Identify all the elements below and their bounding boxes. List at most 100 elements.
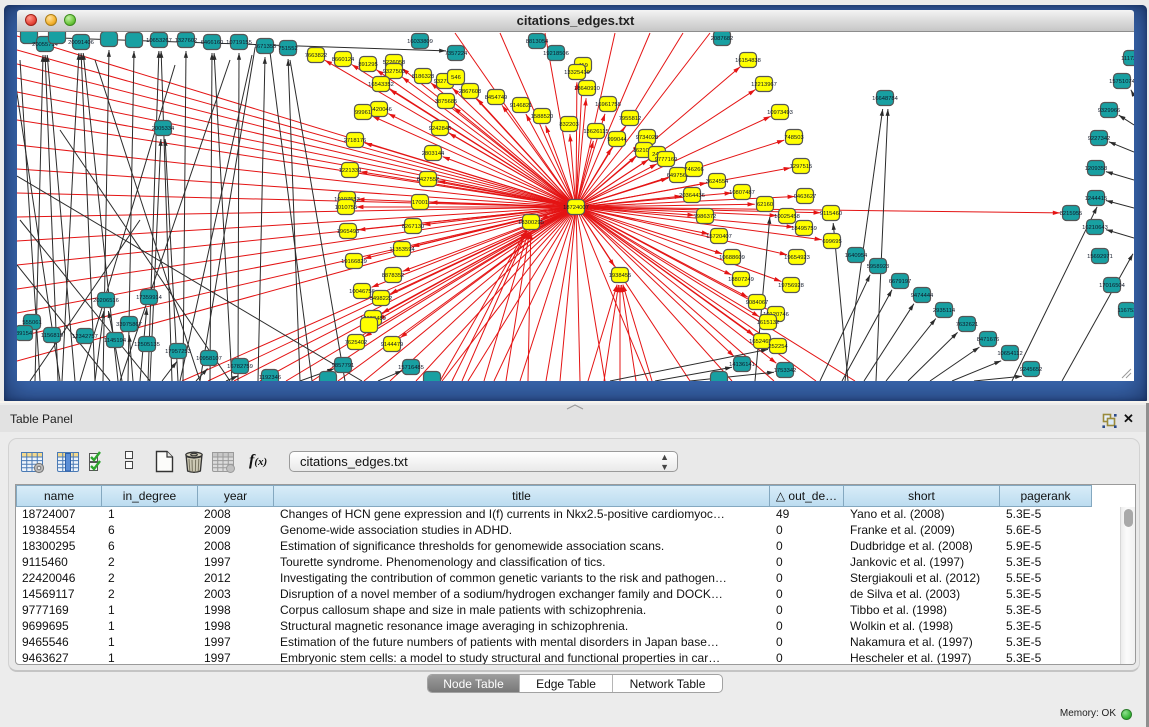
svg-text:10654112: 10654112 — [997, 351, 1022, 357]
svg-text:7357224: 7357224 — [445, 51, 468, 57]
svg-text:10719155: 10719155 — [226, 40, 252, 46]
svg-text:19218506: 19218506 — [543, 51, 569, 57]
svg-text:19756928: 19756928 — [778, 283, 804, 289]
svg-text:1327602: 1327602 — [175, 38, 198, 44]
svg-text:9327503: 9327503 — [383, 69, 406, 75]
svg-text:9146821: 9146821 — [510, 103, 533, 109]
svg-text:15716485: 15716485 — [398, 365, 424, 371]
svg-text:19654923: 19654923 — [784, 255, 810, 261]
svg-text:13626115: 13626115 — [583, 129, 608, 135]
svg-text:10973493: 10973493 — [767, 110, 793, 116]
svg-text:16648784: 16648784 — [872, 96, 899, 102]
svg-text:9242845: 9242845 — [429, 126, 452, 132]
svg-text:18300295: 18300295 — [518, 220, 544, 226]
svg-text:10958107: 10958107 — [196, 356, 222, 362]
svg-text:9777169: 9777169 — [655, 157, 678, 163]
svg-text:1671355: 1671355 — [254, 44, 277, 50]
svg-text:99961: 99961 — [355, 110, 371, 116]
svg-text:999044: 999044 — [607, 137, 627, 143]
svg-text:1640954: 1640954 — [845, 253, 868, 259]
svg-text:39154: 39154 — [17, 331, 33, 337]
svg-text:12213967: 12213967 — [751, 82, 777, 88]
svg-text:13325419: 13325419 — [564, 70, 590, 76]
svg-text:252254: 252254 — [768, 344, 788, 350]
svg-text:8267130: 8267130 — [402, 224, 425, 230]
svg-text:18495759: 18495759 — [791, 226, 817, 232]
svg-text:16961758: 16961758 — [595, 102, 621, 108]
svg-text:18640910: 18640910 — [574, 86, 600, 92]
svg-text:16782759: 16782759 — [227, 364, 253, 370]
svg-text:699695: 699695 — [822, 239, 841, 245]
svg-text:7632621: 7632621 — [956, 322, 979, 328]
svg-text:16210643: 16210643 — [1082, 225, 1108, 231]
svg-text:1010755: 1010755 — [335, 205, 358, 211]
svg-text:2005334: 2005334 — [152, 126, 175, 132]
svg-text:20206516: 20206516 — [93, 298, 119, 304]
svg-text:6679197: 6679197 — [889, 279, 912, 285]
svg-text:3875685: 3875685 — [435, 99, 458, 105]
svg-text:1209358: 1209358 — [1085, 166, 1108, 172]
svg-text:3624554: 3624554 — [706, 179, 729, 185]
svg-text:17359914: 17359914 — [136, 295, 163, 301]
svg-text:2803144: 2803144 — [422, 151, 445, 157]
svg-text:1244415: 1244415 — [1085, 196, 1108, 202]
svg-text:9227342: 9227342 — [1088, 136, 1111, 142]
svg-text:16033809: 16033809 — [407, 39, 433, 45]
svg-text:17957253: 17957253 — [165, 349, 191, 355]
svg-text:832203: 832203 — [559, 122, 578, 128]
svg-text:5958923: 5958923 — [867, 264, 890, 270]
svg-text:8427552: 8427552 — [417, 177, 440, 183]
svg-text:11353594: 11353594 — [389, 247, 415, 253]
svg-text:15751074: 15751074 — [1109, 79, 1134, 85]
svg-text:9734028: 9734028 — [636, 135, 659, 141]
svg-text:2087682: 2087682 — [711, 36, 734, 42]
svg-text:1192346: 1192346 — [259, 375, 281, 381]
svg-text:9245652: 9245652 — [1020, 367, 1043, 373]
svg-text:748503: 748503 — [784, 135, 803, 141]
svg-text:62160: 62160 — [757, 202, 773, 208]
svg-text:6466160: 6466160 — [201, 40, 224, 46]
svg-text:18724007: 18724007 — [563, 205, 589, 211]
svg-text:10653267: 10653267 — [146, 38, 172, 44]
svg-text:2935114: 2935114 — [933, 308, 956, 314]
svg-text:7663822: 7663822 — [305, 53, 328, 59]
svg-text:8471676: 8471676 — [977, 337, 1000, 343]
svg-text:891295: 891295 — [358, 62, 377, 68]
svg-text:5498222: 5498222 — [370, 296, 393, 302]
svg-text:751552: 751552 — [278, 46, 297, 52]
svg-text:7955812: 7955812 — [619, 116, 642, 122]
svg-text:8215955: 8215955 — [1060, 211, 1083, 217]
svg-text:16543352: 16543352 — [368, 82, 394, 88]
svg-text:8813054: 8813054 — [526, 39, 549, 45]
svg-text:9857791: 9857791 — [332, 363, 355, 369]
svg-text:17016504: 17016504 — [1099, 283, 1126, 289]
svg-text:1297515: 1297515 — [790, 164, 813, 170]
svg-text:15692971: 15692971 — [1087, 254, 1113, 260]
svg-text:116753: 116753 — [1118, 308, 1134, 314]
svg-text:546: 546 — [451, 75, 461, 81]
svg-text:15720407: 15720407 — [706, 234, 732, 240]
svg-text:1221339: 1221339 — [339, 168, 362, 174]
svg-text:2718176: 2718176 — [344, 138, 367, 144]
svg-text:1117254: 1117254 — [1121, 56, 1134, 62]
svg-text:1615132: 1615132 — [757, 320, 780, 326]
svg-text:7986372: 7986372 — [694, 214, 717, 220]
svg-text:9115460: 9115460 — [820, 211, 842, 217]
svg-text:8660124: 8660124 — [332, 57, 355, 63]
svg-text:8878352: 8878352 — [382, 273, 405, 279]
svg-text:10688609: 10688609 — [719, 255, 745, 261]
svg-text:12505135: 12505135 — [134, 342, 160, 348]
svg-text:17001: 17001 — [412, 200, 428, 206]
svg-text:746266: 746266 — [684, 167, 703, 173]
svg-text:8454749: 8454749 — [485, 95, 508, 101]
svg-text:19166829: 19166829 — [341, 259, 367, 265]
svg-text:7625402: 7625402 — [345, 340, 368, 346]
svg-text:9144479: 9144479 — [381, 342, 404, 348]
svg-text:9084067: 9084067 — [746, 300, 769, 306]
svg-text:10807487: 10807487 — [729, 190, 755, 196]
svg-text:1965493: 1965493 — [337, 229, 360, 235]
svg-text:10025458: 10025458 — [774, 214, 800, 220]
svg-text:12342757: 12342757 — [72, 334, 98, 340]
svg-text:9463627: 9463627 — [794, 194, 817, 200]
svg-text:10046756: 10046756 — [349, 289, 375, 295]
